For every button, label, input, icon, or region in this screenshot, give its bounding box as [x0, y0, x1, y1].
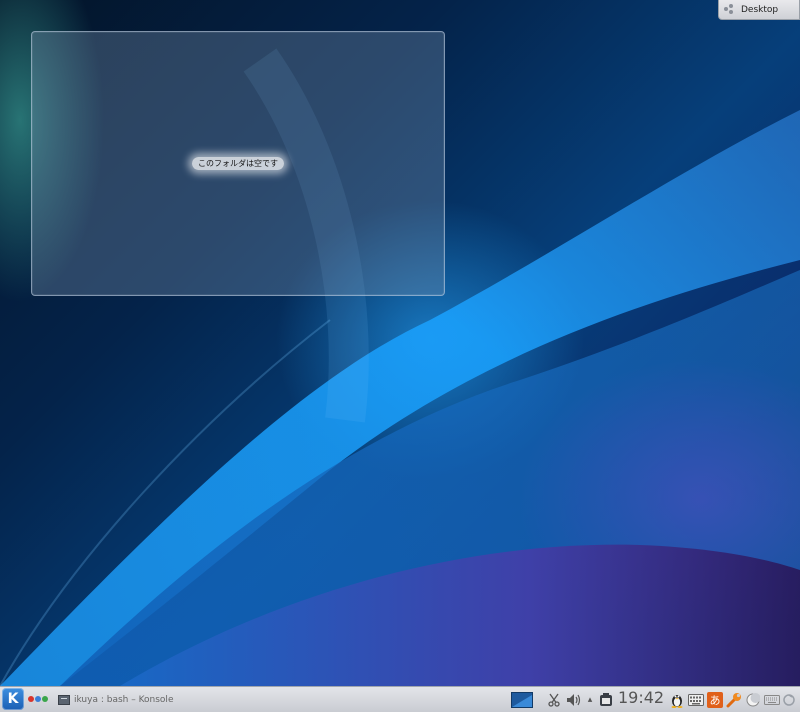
system-tray-right: あ: [668, 687, 796, 712]
terminal-icon: [58, 694, 70, 705]
ime-hiragana-label: あ: [707, 691, 723, 708]
device-notifier-icon[interactable]: [596, 692, 616, 707]
activity-pager[interactable]: [28, 696, 48, 702]
folder-view-widget[interactable]: このフォルダは空です: [31, 31, 445, 296]
night-mode-moon-icon[interactable]: [744, 692, 762, 707]
wrench-tool-icon[interactable]: [724, 692, 744, 708]
application-launcher-button[interactable]: K: [2, 688, 24, 710]
pager-dot-red[interactable]: [28, 696, 34, 702]
desktop[interactable]: Desktop このフォルダは空です: [0, 0, 800, 712]
keyboard-input-icon[interactable]: [686, 693, 706, 706]
virtual-keyboard-icon[interactable]: [762, 694, 782, 705]
bottom-panel: K ikuya : bash – Konsole ▴ 19:42 あ: [0, 686, 800, 712]
desktop-pager-icon[interactable]: [510, 691, 534, 708]
empty-folder-message: このフォルダは空です: [32, 157, 444, 170]
cashew-icon: [724, 4, 735, 15]
clipboard-scissors-icon[interactable]: [544, 693, 564, 707]
tux-penguin-icon[interactable]: [668, 692, 686, 708]
pager-dot-blue[interactable]: [35, 696, 41, 702]
taskbar-item-konsole[interactable]: ikuya : bash – Konsole: [58, 687, 173, 712]
input-method-hiragana-icon[interactable]: あ: [706, 691, 724, 708]
desktop-toolbox-label: Desktop: [741, 4, 779, 15]
taskbar-item-label: ikuya : bash – Konsole: [74, 694, 174, 705]
panel-toolbox-icon[interactable]: [782, 693, 796, 707]
system-tray: ▴: [510, 687, 616, 712]
desktop-toolbox-button[interactable]: Desktop: [718, 0, 800, 20]
volume-icon[interactable]: [564, 693, 584, 707]
pager-dot-green[interactable]: [42, 696, 48, 702]
tray-expand-arrow[interactable]: ▴: [584, 695, 596, 705]
kde-logo-icon: K: [7, 691, 19, 707]
empty-folder-text: このフォルダは空です: [192, 157, 284, 170]
digital-clock[interactable]: 19:42: [618, 688, 664, 707]
